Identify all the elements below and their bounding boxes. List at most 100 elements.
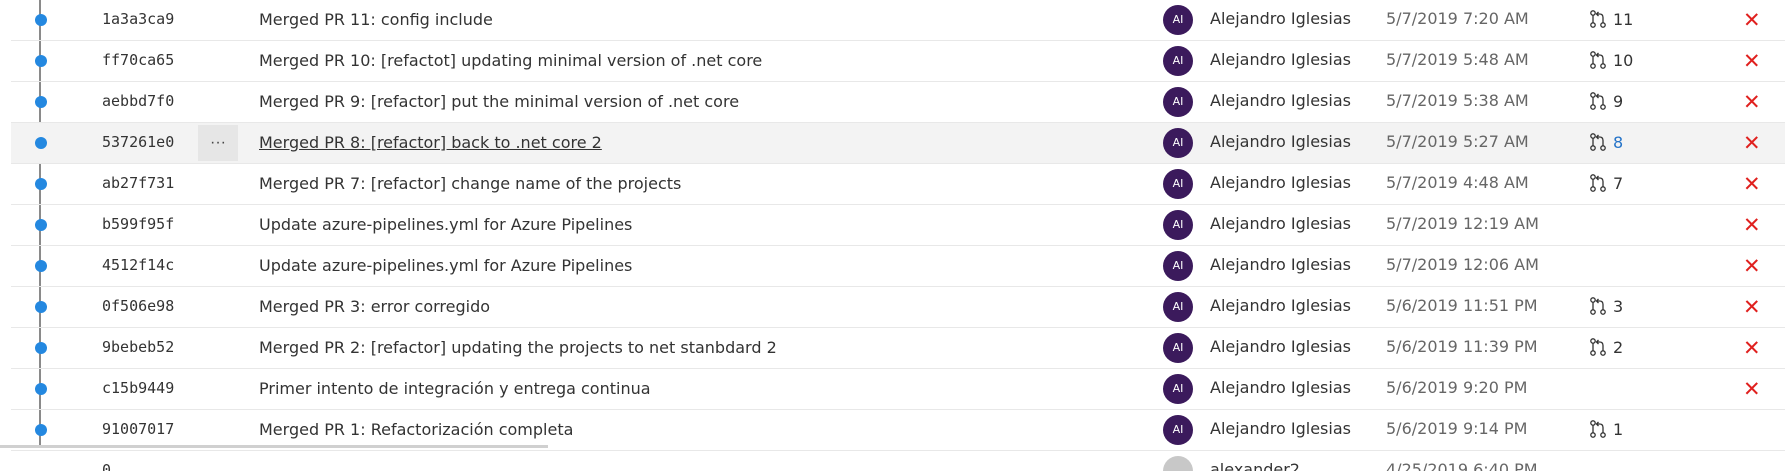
- pull-request-number[interactable]: 2: [1613, 338, 1623, 357]
- commit-date: 5/7/2019 5:38 AM: [1386, 91, 1529, 110]
- pull-request-icon: [1590, 10, 1606, 28]
- commit-hash[interactable]: 537261e0: [102, 133, 174, 151]
- commit-date: 5/7/2019 5:48 AM: [1386, 50, 1529, 69]
- author-avatar: AI: [1163, 292, 1193, 322]
- commit-date: 5/7/2019 12:19 AM: [1386, 214, 1539, 233]
- commit-hash[interactable]: aebbd7f0: [102, 92, 174, 110]
- author-avatar: AI: [1163, 210, 1193, 240]
- commit-hash[interactable]: 1a3a3ca9: [102, 10, 174, 28]
- commit-author: Alejandro Iglesias: [1210, 337, 1351, 356]
- commit-author: Alejandro Iglesias: [1210, 255, 1351, 274]
- commit-message[interactable]: Merged PR 9: [refactor] put the minimal …: [259, 92, 739, 111]
- commit-hash[interactable]: c15b9449: [102, 379, 174, 397]
- commit-date: 5/7/2019 7:20 AM: [1386, 9, 1529, 28]
- author-avatar: AI: [1163, 333, 1193, 363]
- commit-history-list: 1a3a3ca9 Merged PR 11: config include AI…: [11, 0, 1785, 471]
- commit-author: Alejandro Iglesias: [1210, 132, 1351, 151]
- commit-row[interactable]: 4512f14c Update azure-pipelines.yml for …: [11, 246, 1785, 287]
- commit-message-link[interactable]: Merged PR 8: [refactor] back to .net cor…: [259, 133, 602, 152]
- build-failed-icon[interactable]: ✕: [1743, 49, 1761, 73]
- commit-row[interactable]: 9bebeb52 Merged PR 2: [refactor] updatin…: [11, 328, 1785, 369]
- commit-row-partial[interactable]: 0... alexander2... 4/25/2019 6:40 PM: [11, 451, 1785, 471]
- pull-request-link[interactable]: 10: [1589, 50, 1633, 70]
- pull-request-number[interactable]: 9: [1613, 92, 1623, 111]
- author-avatar: AI: [1163, 128, 1193, 158]
- commit-date: 4/25/2019 6:40 PM: [1386, 460, 1538, 471]
- commit-date: 5/6/2019 11:39 PM: [1386, 337, 1538, 356]
- commit-author: Alejandro Iglesias: [1210, 91, 1351, 110]
- commit-date: 5/6/2019 9:14 PM: [1386, 419, 1528, 438]
- pull-request-link[interactable]: 3: [1589, 296, 1623, 316]
- commit-row[interactable]: b599f95f Update azure-pipelines.yml for …: [11, 205, 1785, 246]
- pull-request-link[interactable]: 8: [1589, 132, 1623, 152]
- build-failed-icon[interactable]: ✕: [1743, 336, 1761, 360]
- commit-row[interactable]: 0f506e98 Merged PR 3: error corregido AI…: [11, 287, 1785, 328]
- commit-row[interactable]: c15b9449 Primer intento de integración y…: [11, 369, 1785, 410]
- author-avatar: AI: [1163, 415, 1193, 445]
- commit-hash[interactable]: 4512f14c: [102, 256, 174, 274]
- commit-row-hovered[interactable]: 537261e0 ··· Merged PR 8: [refactor] bac…: [11, 123, 1785, 164]
- commit-message[interactable]: Merged PR 1: Refactorización completa: [259, 420, 573, 439]
- commit-row[interactable]: ab27f731 Merged PR 7: [refactor] change …: [11, 164, 1785, 205]
- commit-hash[interactable]: b599f95f: [102, 215, 174, 233]
- commit-message[interactable]: Merged PR 7: [refactor] change name of t…: [259, 174, 681, 193]
- commit-date: 5/6/2019 9:20 PM: [1386, 378, 1528, 397]
- commit-graph-node: [35, 301, 47, 313]
- commit-row[interactable]: 1a3a3ca9 Merged PR 11: config include AI…: [11, 0, 1785, 41]
- commit-graph-node: [35, 424, 47, 436]
- pull-request-link[interactable]: 11: [1589, 9, 1633, 29]
- commit-message[interactable]: Merged PR 3: error corregido: [259, 297, 490, 316]
- commit-row[interactable]: ff70ca65 Merged PR 10: [refactot] updati…: [11, 41, 1785, 82]
- commit-graph-node: [35, 219, 47, 231]
- pull-request-number[interactable]: 3: [1613, 297, 1623, 316]
- build-failed-icon[interactable]: ✕: [1743, 377, 1761, 401]
- build-failed-icon[interactable]: ✕: [1743, 131, 1761, 155]
- build-failed-icon[interactable]: ✕: [1743, 295, 1761, 319]
- commit-message[interactable]: Merged PR 10: [refactot] updating minima…: [259, 51, 762, 70]
- commit-hash[interactable]: 0f506e98: [102, 297, 174, 315]
- commit-author: Alejandro Iglesias: [1210, 214, 1351, 233]
- commit-author: Alejandro Iglesias: [1210, 378, 1351, 397]
- build-failed-icon[interactable]: ✕: [1743, 90, 1761, 114]
- author-avatar: AI: [1163, 251, 1193, 281]
- commit-graph-node: [35, 55, 47, 67]
- commit-date: 5/7/2019 5:27 AM: [1386, 132, 1529, 151]
- pull-request-number[interactable]: 8: [1613, 133, 1623, 152]
- pull-request-icon: [1590, 338, 1606, 356]
- pull-request-link[interactable]: 9: [1589, 91, 1623, 111]
- commit-graph-node: [35, 260, 47, 272]
- commit-author: alexander2...: [1210, 460, 1316, 471]
- commit-message[interactable]: Update azure-pipelines.yml for Azure Pip…: [259, 256, 632, 275]
- pull-request-link[interactable]: 1: [1589, 419, 1623, 439]
- build-failed-icon[interactable]: ✕: [1743, 172, 1761, 196]
- commit-author: Alejandro Iglesias: [1210, 419, 1351, 438]
- commit-hash[interactable]: 9bebeb52: [102, 338, 174, 356]
- commit-message[interactable]: Primer intento de integración y entrega …: [259, 379, 651, 398]
- commit-row[interactable]: aebbd7f0 Merged PR 9: [refactor] put the…: [11, 82, 1785, 123]
- more-actions-button[interactable]: ···: [198, 125, 238, 161]
- commit-hash[interactable]: ab27f731: [102, 174, 174, 192]
- commit-message[interactable]: Merged PR 2: [refactor] updating the pro…: [259, 338, 777, 357]
- commit-graph-node: [35, 178, 47, 190]
- commit-author: Alejandro Iglesias: [1210, 9, 1351, 28]
- pull-request-icon: [1590, 92, 1606, 110]
- commit-author: Alejandro Iglesias: [1210, 296, 1351, 315]
- commit-graph-node: [35, 342, 47, 354]
- pull-request-number[interactable]: 11: [1613, 10, 1633, 29]
- pull-request-number[interactable]: 10: [1613, 51, 1633, 70]
- commit-message[interactable]: Update azure-pipelines.yml for Azure Pip…: [259, 215, 632, 234]
- pull-request-number[interactable]: 1: [1613, 420, 1623, 439]
- pull-request-link[interactable]: 7: [1589, 173, 1623, 193]
- pull-request-link[interactable]: 2: [1589, 337, 1623, 357]
- commit-hash[interactable]: 91007017: [102, 420, 174, 438]
- pull-request-number[interactable]: 7: [1613, 174, 1623, 193]
- build-failed-icon[interactable]: ✕: [1743, 213, 1761, 237]
- commit-graph-node: [35, 383, 47, 395]
- pull-request-icon: [1590, 51, 1606, 69]
- commit-hash[interactable]: ff70ca65: [102, 51, 174, 69]
- commit-message[interactable]: Merged PR 11: config include: [259, 10, 493, 29]
- commit-hash[interactable]: 0...: [102, 461, 138, 471]
- build-failed-icon[interactable]: ✕: [1743, 254, 1761, 278]
- pull-request-icon: [1590, 420, 1606, 438]
- build-failed-icon[interactable]: ✕: [1743, 8, 1761, 32]
